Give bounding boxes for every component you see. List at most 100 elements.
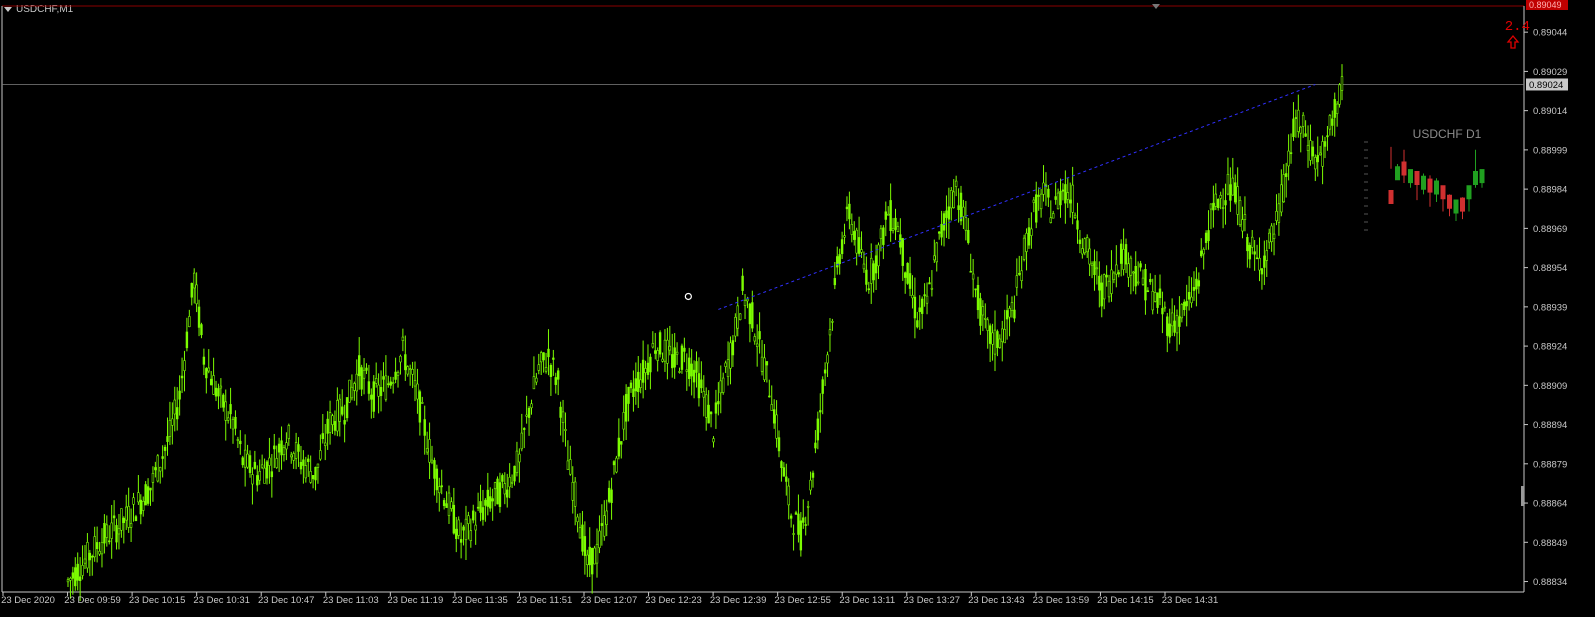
candle	[1110, 250, 1113, 302]
y-tick-label: 0.88954	[1533, 263, 1567, 274]
candle	[916, 311, 919, 329]
candle	[520, 413, 523, 452]
candle	[263, 458, 266, 484]
candle	[1277, 193, 1281, 236]
candle	[166, 417, 169, 456]
candle	[1059, 178, 1062, 218]
y-tick-label: 0.88909	[1533, 381, 1567, 392]
mini-daily-chart: USDCHF D1	[1364, 127, 1485, 231]
candle	[559, 401, 562, 436]
candle	[294, 432, 298, 470]
candle	[1328, 114, 1332, 136]
candle	[1309, 124, 1312, 166]
candle	[224, 389, 227, 441]
candle	[1331, 110, 1334, 136]
candle	[74, 557, 77, 591]
candle	[1061, 183, 1065, 201]
candle	[180, 357, 184, 394]
candle	[207, 349, 210, 374]
candle	[1129, 255, 1133, 295]
candle	[836, 246, 839, 275]
candle	[913, 277, 917, 339]
candle	[981, 300, 985, 332]
candle	[1275, 194, 1278, 226]
candle	[610, 477, 613, 520]
candle	[770, 385, 773, 411]
candle	[1251, 230, 1254, 255]
candle	[804, 516, 807, 536]
candle	[146, 478, 150, 506]
mini-candle	[1460, 197, 1465, 220]
candle	[612, 460, 616, 475]
candle	[489, 487, 492, 512]
candle	[721, 372, 725, 395]
candle	[1052, 210, 1055, 219]
candle	[1280, 169, 1283, 217]
candle	[435, 464, 439, 503]
candle	[930, 270, 934, 297]
candle	[738, 313, 742, 321]
candle	[455, 517, 458, 553]
candle	[129, 508, 133, 543]
candle	[139, 494, 142, 525]
scroll-handle[interactable]	[1521, 486, 1524, 506]
candle	[984, 303, 987, 329]
candle	[937, 231, 941, 240]
candle	[1161, 291, 1164, 334]
candle	[641, 340, 645, 399]
candle	[1207, 210, 1210, 250]
candle	[564, 412, 567, 447]
chart-window[interactable]: USDCHF,M1 0.89044 0.89029 0.89014 0.88999 0.…	[0, 0, 1595, 617]
candle	[1231, 157, 1235, 196]
y-tick-label: 0.88849	[1533, 538, 1567, 549]
candle	[1338, 83, 1341, 108]
candle	[353, 381, 356, 401]
candle	[998, 334, 1002, 349]
x-tick-label: 23 Dec 13:27	[904, 595, 961, 606]
candle	[954, 175, 958, 197]
candle	[256, 465, 259, 492]
candle	[447, 485, 451, 524]
candle	[627, 386, 630, 422]
candle	[98, 541, 101, 556]
candle	[365, 363, 368, 375]
candle	[709, 411, 713, 428]
candle	[899, 218, 902, 255]
candle	[962, 199, 965, 230]
candle	[1102, 273, 1106, 310]
candle	[493, 481, 497, 507]
candle	[438, 477, 441, 512]
mini-candle	[1466, 185, 1472, 212]
candle	[1020, 256, 1023, 289]
crosshair-icon[interactable]	[684, 292, 692, 301]
candle	[173, 386, 176, 432]
candle	[719, 365, 722, 414]
candle	[1144, 263, 1147, 315]
candle	[408, 364, 412, 386]
candle	[527, 406, 531, 436]
candle	[343, 404, 346, 443]
candle	[1127, 252, 1130, 287]
candle	[865, 256, 868, 292]
candle	[372, 375, 375, 419]
candle	[707, 390, 710, 424]
candle	[675, 342, 679, 365]
candle	[236, 436, 240, 448]
candle	[896, 221, 900, 233]
candle	[273, 433, 276, 469]
candle	[867, 281, 871, 294]
candle	[127, 487, 130, 533]
candle	[430, 445, 434, 465]
candle	[967, 218, 970, 245]
candle	[370, 388, 373, 419]
candle	[908, 256, 912, 297]
candle	[333, 410, 337, 436]
candle	[459, 522, 463, 559]
candle	[350, 374, 354, 401]
candle	[1013, 295, 1016, 323]
price-chart[interactable]: 0.89044 0.89029 0.89014 0.88999 0.88984 0.889…	[0, 0, 1595, 617]
candle	[882, 225, 885, 260]
candle	[1032, 196, 1036, 213]
candle	[690, 349, 693, 396]
candle	[950, 187, 953, 221]
